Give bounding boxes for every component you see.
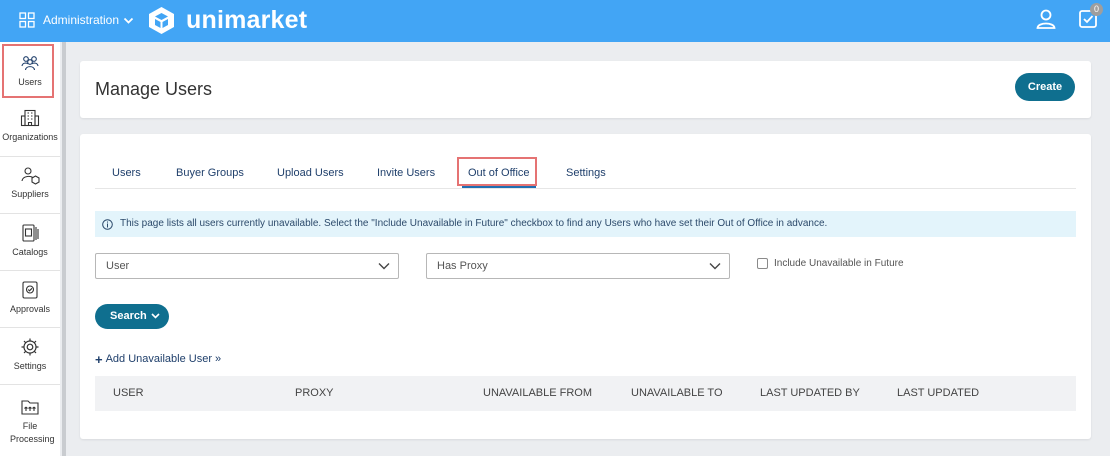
add-unavailable-user-label: Add Unavailable User »: [105, 353, 222, 365]
file-processing-icon: [20, 397, 40, 417]
sidebar-item-settings[interactable]: Settings: [0, 328, 60, 385]
administration-menu[interactable]: Administration: [19, 11, 134, 29]
tab-invite-users[interactable]: Invite Users: [377, 160, 435, 188]
table-header: USER PROXY UNAVAILABLE FROM UNAVAILABLE …: [95, 376, 1076, 411]
include-future-checkbox[interactable]: Include Unavailable in Future: [757, 258, 904, 269]
sidebar-item-organizations[interactable]: Organizations: [0, 100, 60, 157]
logo-text: unimarket: [186, 5, 308, 34]
building-icon: [20, 108, 40, 128]
column-header-unavailable-from: UNAVAILABLE FROM: [483, 387, 593, 399]
proxy-select[interactable]: Has Proxy: [426, 253, 730, 279]
add-unavailable-user-link[interactable]: + Add Unavailable User »: [95, 351, 222, 367]
chevron-down-icon: [378, 261, 390, 271]
column-header-last-updated: LAST UPDATED: [897, 387, 980, 399]
search-button-label: Search: [110, 310, 147, 322]
supplier-icon: [20, 165, 40, 185]
column-header-proxy: PROXY: [295, 387, 334, 399]
catalog-icon: [20, 223, 40, 243]
sidebar-item-users[interactable]: Users: [0, 53, 60, 89]
top-bar: Administration unimarket 0: [0, 0, 1110, 42]
users-icon: [20, 53, 40, 73]
user-select[interactable]: User: [95, 253, 399, 279]
main-card: Users Buyer Groups Upload Users Invite U…: [80, 134, 1091, 439]
sidebar-label-users: Users: [18, 77, 42, 87]
user-profile-icon[interactable]: [1035, 8, 1057, 30]
search-button[interactable]: Search: [95, 304, 169, 329]
sidebar-label-organizations: Organizations: [2, 132, 58, 142]
column-header-user: USER: [113, 387, 144, 399]
tab-users[interactable]: Users: [112, 160, 141, 188]
info-icon: [102, 218, 113, 230]
info-bar: This page lists all users currently unav…: [95, 211, 1076, 237]
create-button[interactable]: Create: [1015, 73, 1075, 101]
sidebar-item-file-processing[interactable]: File Processing: [0, 385, 60, 456]
tab-buyer-groups[interactable]: Buyer Groups: [176, 160, 244, 188]
tab-bar: Users Buyer Groups Upload Users Invite U…: [95, 160, 1076, 189]
sidebar-item-suppliers[interactable]: Suppliers: [0, 157, 60, 214]
sidebar-item-catalogs[interactable]: Catalogs: [0, 214, 60, 271]
page-header-card: Manage Users Create: [80, 61, 1091, 118]
sidebar: Users Organizations Suppliers Catalogs A…: [0, 42, 60, 456]
chevron-down-icon: [151, 312, 160, 320]
grid-icon: [19, 12, 35, 28]
tasks-badge: 0: [1090, 3, 1103, 16]
checkbox-box[interactable]: [757, 258, 768, 269]
sidebar-label-approvals: Approvals: [9, 304, 51, 314]
tab-highlight-box: [457, 157, 537, 186]
sidebar-item-approvals[interactable]: Approvals: [0, 271, 60, 328]
sidebar-scrollbar[interactable]: [62, 42, 66, 456]
logo-mark-icon: [146, 5, 177, 36]
gear-icon: [20, 337, 40, 357]
administration-label: Administration: [43, 13, 120, 27]
chevron-down-icon: [709, 261, 721, 271]
approval-icon: [20, 280, 40, 300]
sidebar-label-file-processing: File Processing: [10, 421, 55, 444]
sidebar-label-settings: Settings: [13, 361, 47, 371]
include-future-label: Include Unavailable in Future: [774, 258, 904, 269]
plus-icon: +: [95, 351, 103, 367]
sidebar-label-catalogs: Catalogs: [12, 247, 48, 257]
unimarket-logo[interactable]: unimarket: [146, 3, 307, 37]
tab-upload-users[interactable]: Upload Users: [277, 160, 344, 188]
info-text: This page lists all users currently unav…: [120, 218, 828, 229]
sidebar-label-suppliers: Suppliers: [11, 189, 49, 199]
page-title: Manage Users: [95, 79, 213, 99]
column-header-unavailable-to: UNAVAILABLE TO: [631, 387, 723, 399]
tab-settings[interactable]: Settings: [566, 160, 606, 188]
column-header-last-updated-by: LAST UPDATED BY: [760, 387, 860, 399]
proxy-select-value: Has Proxy: [437, 260, 488, 272]
user-select-value: User: [106, 260, 130, 272]
chevron-down-icon: [123, 15, 134, 26]
